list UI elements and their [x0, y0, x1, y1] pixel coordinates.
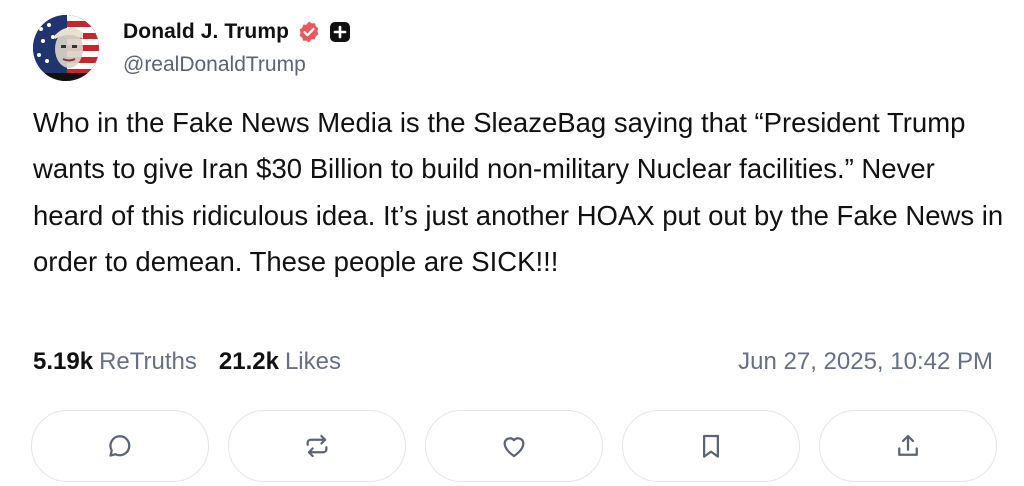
bookmark-icon: [703, 434, 719, 458]
truth-plus-icon: [329, 21, 351, 43]
likes-label: Likes: [284, 348, 341, 375]
like-button[interactable]: [425, 410, 603, 482]
action-bar: [31, 410, 997, 482]
share-button[interactable]: [819, 410, 997, 482]
author-handle[interactable]: @realDonaldTrump: [123, 53, 306, 77]
repost-icon: [306, 434, 328, 458]
likes-stat[interactable]: 21.2k Likes: [219, 348, 341, 376]
post-timestamp[interactable]: Jun 27, 2025, 10:42 PM: [738, 348, 993, 376]
heart-icon: [503, 437, 525, 458]
share-icon: [898, 434, 918, 456]
verified-badge-icon: [297, 20, 321, 44]
bookmark-button[interactable]: [622, 410, 800, 482]
author-display-name[interactable]: Donald J. Trump: [123, 20, 289, 44]
avatar-image: [33, 15, 99, 81]
avatar[interactable]: [33, 15, 99, 81]
post-text: Who in the Fake News Media is the Sleaze…: [33, 107, 1004, 277]
retruths-count: 5.19k: [33, 348, 94, 375]
reply-button[interactable]: [31, 410, 209, 482]
likes-count: 21.2k: [218, 348, 279, 375]
author-name-row: Donald J. Trump: [123, 16, 351, 48]
comment-icon: [109, 435, 131, 457]
retruths-stat[interactable]: 5.19k ReTruths: [33, 348, 197, 376]
post-stats: 5.19k ReTruths 21.2k Likes: [33, 348, 341, 376]
retruth-button[interactable]: [228, 410, 406, 482]
retruths-label: ReTruths: [99, 348, 197, 375]
